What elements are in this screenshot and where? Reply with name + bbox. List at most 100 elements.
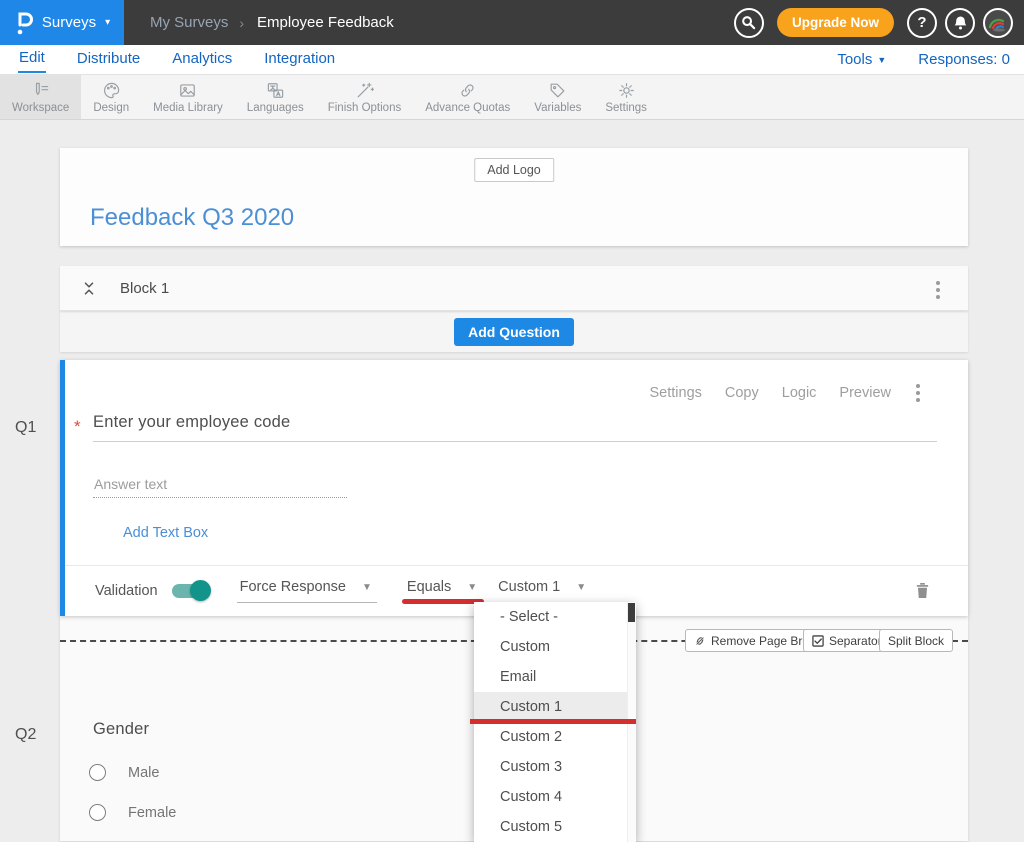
workspace-icon	[31, 81, 50, 100]
avatar-logo-icon	[986, 11, 1010, 35]
survey-nav-tabs: Edit Distribute Analytics Integration To…	[0, 45, 1024, 75]
toolbar-item-workspace[interactable]: Workspace	[0, 75, 81, 119]
dropdown-option-custom2[interactable]: Custom 2	[474, 722, 636, 752]
responses-count[interactable]: Responses: 0	[918, 51, 1010, 68]
question-copy-link[interactable]: Copy	[725, 385, 759, 401]
block-card: Block 1 Add Question	[60, 266, 968, 352]
toolbar-item-media-library[interactable]: Media Library	[141, 75, 235, 119]
radio-button-icon[interactable]	[89, 764, 106, 781]
dropdown-option-custom4[interactable]: Custom 4	[474, 782, 636, 812]
answer-text-placeholder[interactable]: Answer text	[94, 476, 167, 492]
survey-title[interactable]: Feedback Q3 2020	[90, 204, 294, 232]
tab-edit[interactable]: Edit	[18, 46, 46, 73]
question-text-underline	[93, 441, 937, 442]
question-1-card: Settings Copy Logic Preview * Enter your…	[60, 360, 968, 616]
palette-icon	[102, 81, 121, 100]
chevron-down-icon: ▼	[877, 55, 886, 65]
survey-header-card: Add Logo Feedback Q3 2020	[60, 148, 968, 246]
dropdown-option-custom3[interactable]: Custom 3	[474, 752, 636, 782]
checkbox-checked-icon	[812, 635, 824, 647]
validation-value-open-dropdown: - Select - Custom Email Custom 1 Custom …	[474, 602, 636, 842]
toggle-knob	[190, 580, 211, 601]
chevron-down-icon: ▼	[467, 581, 477, 595]
radio-button-icon[interactable]	[89, 804, 106, 821]
trash-icon	[915, 582, 930, 599]
tab-distribute[interactable]: Distribute	[76, 47, 141, 72]
dropdown-option-custom[interactable]: Custom	[474, 632, 636, 662]
product-menu[interactable]: Surveys ▾	[0, 0, 124, 45]
toolbar-item-settings[interactable]: Settings	[593, 75, 659, 119]
question-menu-button[interactable]	[912, 380, 924, 406]
dropdown-option-custom1-highlighted[interactable]: Custom 1	[474, 692, 636, 722]
editor-toolbar: Workspace Design Media Library Languages…	[0, 75, 1024, 120]
search-button[interactable]	[734, 8, 764, 38]
survey-canvas: Add Logo Feedback Q3 2020 Block 1 Add Qu…	[0, 120, 1024, 841]
validation-value: Custom 1	[498, 579, 560, 595]
question-logic-link[interactable]: Logic	[782, 385, 817, 401]
chevron-down-icon: ▼	[576, 581, 586, 595]
breadcrumb-separator-icon: ›	[239, 15, 244, 31]
magic-wand-icon	[355, 81, 374, 100]
validation-toggle[interactable]	[172, 584, 209, 598]
force-response-dropdown[interactable]: Force Response ▼	[237, 579, 377, 603]
tabs-right: Tools ▼ Responses: 0	[837, 51, 1010, 68]
breadcrumb-my-surveys[interactable]: My Surveys	[150, 14, 228, 31]
dropdown-option-custom5[interactable]: Custom 5	[474, 812, 636, 842]
chevron-down-icon: ▾	[105, 17, 110, 28]
toolbar-label: Settings	[605, 102, 647, 114]
image-icon	[178, 81, 197, 100]
dropdown-option-select[interactable]: - Select -	[474, 602, 636, 632]
upgrade-now-button[interactable]: Upgrade Now	[777, 8, 894, 37]
required-asterisk: *	[74, 417, 81, 437]
operator-dropdown[interactable]: Equals ▼	[404, 579, 482, 603]
answer-input-line[interactable]	[93, 497, 347, 498]
tools-menu[interactable]: Tools ▼	[837, 51, 886, 68]
radio-option-female[interactable]: Female	[89, 804, 176, 821]
user-avatar[interactable]	[983, 8, 1013, 38]
tab-integration[interactable]: Integration	[263, 47, 336, 72]
question-2-text[interactable]: Gender	[93, 720, 149, 739]
toolbar-item-finish-options[interactable]: Finish Options	[316, 75, 414, 119]
add-logo-button[interactable]: Add Logo	[474, 158, 554, 182]
dropdown-option-email[interactable]: Email	[474, 662, 636, 692]
add-text-box-link[interactable]: Add Text Box	[123, 525, 208, 541]
add-question-button[interactable]: Add Question	[454, 318, 574, 346]
search-icon	[741, 15, 756, 30]
broken-link-icon	[694, 635, 706, 647]
notifications-button[interactable]	[945, 8, 975, 38]
block-menu-button[interactable]	[932, 277, 944, 303]
radio-option-label[interactable]: Female	[128, 805, 176, 821]
gear-icon	[617, 81, 636, 100]
collapse-icon	[82, 281, 96, 296]
help-button[interactable]: ?	[907, 8, 937, 38]
scrollbar-thumb[interactable]	[628, 603, 635, 622]
tab-analytics[interactable]: Analytics	[171, 47, 233, 72]
question-1-text[interactable]: Enter your employee code	[93, 413, 290, 432]
question-mark-icon: ?	[917, 14, 926, 31]
tools-label: Tools	[837, 51, 872, 68]
toolbar-label: Languages	[247, 102, 304, 114]
validation-value-dropdown[interactable]: Custom 1 ▼	[495, 579, 591, 603]
radio-option-male[interactable]: Male	[89, 764, 159, 781]
toolbar-item-languages[interactable]: Languages	[235, 75, 316, 119]
question-settings-link[interactable]: Settings	[649, 385, 701, 401]
toolbar-item-design[interactable]: Design	[81, 75, 141, 119]
questionpro-logo-icon	[14, 10, 33, 36]
toolbar-item-advance-quotas[interactable]: Advance Quotas	[413, 75, 522, 119]
translate-icon	[266, 81, 285, 100]
delete-validation-button[interactable]	[915, 582, 930, 599]
toolbar-item-variables[interactable]: Variables	[522, 75, 593, 119]
split-block-button[interactable]: Split Block	[879, 629, 953, 652]
collapse-block-button[interactable]	[82, 281, 96, 296]
toolbar-label: Media Library	[153, 102, 223, 114]
block-header: Block 1	[60, 266, 968, 311]
tag-icon	[548, 81, 567, 100]
question-preview-link[interactable]: Preview	[839, 385, 891, 401]
toolbar-label: Workspace	[12, 102, 69, 114]
radio-option-label[interactable]: Male	[128, 765, 159, 781]
force-response-value: Force Response	[240, 579, 346, 595]
bell-icon	[953, 15, 968, 31]
question-actions: Settings Copy Logic Preview	[649, 380, 924, 406]
block-title[interactable]: Block 1	[120, 280, 169, 297]
separator-button[interactable]: Separator	[803, 629, 891, 652]
